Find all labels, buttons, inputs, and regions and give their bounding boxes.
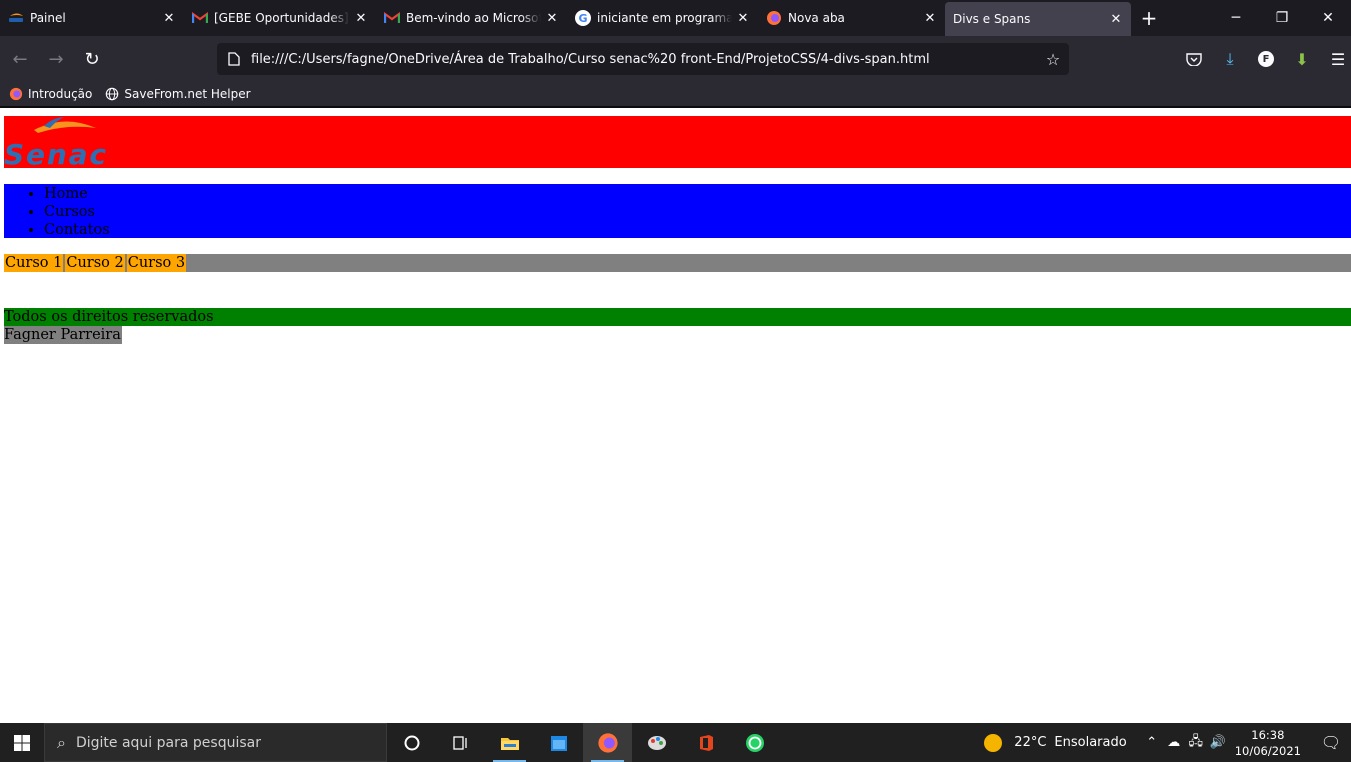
nav-list: Home Cursos Contatos: [4, 184, 1351, 239]
volume-icon[interactable]: 🔊: [1207, 735, 1229, 750]
profile-avatar[interactable]: F: [1248, 41, 1284, 77]
nav-item-home: Home: [44, 185, 1351, 203]
whatsapp-icon[interactable]: [730, 723, 779, 762]
bookmark-star-icon[interactable]: ☆: [1037, 50, 1069, 69]
nav-item-cursos: Cursos: [44, 203, 1351, 221]
bookmark-introducao[interactable]: Introdução: [8, 86, 92, 102]
tab-painel[interactable]: Painel ✕: [0, 0, 184, 36]
paint-app-icon[interactable]: [632, 723, 681, 762]
forward-arrow-icon[interactable]: →: [38, 41, 74, 77]
system-clock[interactable]: 16:38 10/06/2021: [1235, 727, 1301, 759]
hamburger-menu-icon[interactable]: ☰: [1320, 41, 1351, 77]
gmail-icon: [192, 10, 208, 26]
new-tab-button[interactable]: +: [1131, 0, 1167, 36]
windows-logo-icon: [14, 734, 30, 751]
onedrive-icon[interactable]: ☁: [1163, 735, 1185, 750]
back-arrow-icon[interactable]: ←: [2, 41, 38, 77]
weather-desc: Ensolarado: [1054, 735, 1127, 750]
tab-title: Painel: [30, 11, 66, 25]
clock-date: 10/06/2021: [1234, 743, 1301, 758]
reload-icon[interactable]: ↻: [74, 41, 110, 77]
toolbar-actions: ⤓ F ⬇ ☰: [1176, 41, 1351, 77]
windows-taskbar: ⌕ Digite aqui para pesquisar 22°C Ensola…: [0, 723, 1351, 762]
nav-item-contatos: Contatos: [44, 221, 1351, 239]
tab-title: iniciante em programação: [597, 11, 732, 25]
globe-icon: [104, 86, 120, 102]
bookmark-label: SaveFrom.net Helper: [124, 87, 251, 101]
page-icon: [217, 52, 251, 66]
course-item: Curso 3: [126, 254, 187, 272]
office-icon[interactable]: [681, 723, 730, 762]
page-header: Senac: [4, 116, 1351, 171]
calendar-app-icon[interactable]: [534, 723, 583, 762]
senac-logo: Senac: [4, 116, 108, 171]
taskbar-search-box[interactable]: ⌕ Digite aqui para pesquisar: [44, 723, 387, 762]
weather-widget[interactable]: 22°C Ensolarado: [984, 733, 1127, 752]
downloads-icon[interactable]: ⤓: [1212, 41, 1248, 77]
tab-google-search[interactable]: G iniciante em programação ✕: [567, 0, 758, 36]
navigation-toolbar: ← → ↻ file:///C:/Users/fagne/OneDrive/Ár…: [0, 36, 1351, 82]
tab-close-icon[interactable]: ✕: [350, 11, 372, 26]
page-viewport: Senac Home Cursos Contatos Curso 1 Curso…: [0, 108, 1351, 723]
tab-bar: Painel ✕ [GEBE Oportunidades] Ass ✕ Bem-…: [0, 0, 1351, 36]
tab-title: Nova aba: [788, 11, 845, 25]
pocket-icon[interactable]: [1176, 41, 1212, 77]
file-explorer-icon[interactable]: [485, 723, 534, 762]
windows-start-button[interactable]: [0, 723, 44, 762]
page-nav: Home Cursos Contatos: [4, 184, 1351, 238]
clock-time: 16:38: [1251, 727, 1285, 742]
logo-text: Senac: [4, 138, 106, 168]
url-text: file:///C:/Users/fagne/OneDrive/Área de …: [251, 51, 930, 67]
bookmark-savefrom[interactable]: SaveFrom.net Helper: [104, 86, 251, 102]
tab-close-icon[interactable]: ✕: [1105, 12, 1127, 27]
tab-title: Bem-vindo ao Microsoft Te: [406, 11, 541, 25]
firefox-icon: [766, 10, 782, 26]
tab-close-icon[interactable]: ✕: [158, 11, 180, 26]
bookmark-label: Introdução: [28, 87, 93, 101]
senac-favicon-icon: [8, 10, 24, 26]
address-bar[interactable]: file:///C:/Users/fagne/OneDrive/Área de …: [217, 43, 1069, 75]
page-footer: Todos os direitos reservados: [4, 308, 1351, 326]
tab-title: [GEBE Oportunidades] Ass: [214, 11, 350, 25]
minimize-icon[interactable]: ─: [1213, 0, 1259, 36]
window-controls: ─ ❐ ✕: [1213, 0, 1351, 36]
firefox-taskbar-icon[interactable]: [583, 723, 632, 762]
bookmarks-toolbar: Introdução SaveFrom.net Helper: [0, 82, 1351, 106]
cortana-icon[interactable]: [387, 723, 436, 762]
sun-icon: [984, 733, 1003, 752]
tab-divs-e-spans[interactable]: Divs e Spans ✕: [945, 2, 1131, 36]
profile-initial: F: [1258, 51, 1274, 67]
tab-title: Divs e Spans: [953, 12, 1031, 26]
course-item: Curso 2: [65, 254, 125, 272]
tab-microsoft-teams[interactable]: Bem-vindo ao Microsoft Te ✕: [376, 0, 567, 36]
course-item: Curso 1: [4, 254, 64, 272]
tab-close-icon[interactable]: ✕: [919, 11, 941, 26]
system-tray: 22°C Ensolarado ⌃ ☁ 🖧 🔊 16:38 10/06/2021…: [984, 723, 1351, 762]
tab-close-icon[interactable]: ✕: [732, 11, 754, 26]
firefox-icon: [8, 86, 24, 102]
chevron-up-icon[interactable]: ⌃: [1141, 735, 1163, 750]
notification-center-icon[interactable]: 🗨: [1311, 733, 1351, 752]
search-placeholder: Digite aqui para pesquisar: [75, 734, 261, 751]
task-view-icon[interactable]: [436, 723, 485, 762]
network-icon[interactable]: 🖧: [1185, 732, 1207, 754]
tab-gebe-oportunidades[interactable]: [GEBE Oportunidades] Ass ✕: [184, 0, 376, 36]
restore-icon[interactable]: ❐: [1259, 0, 1305, 36]
tab-nova-aba[interactable]: Nova aba ✕: [758, 0, 945, 36]
courses-bar: Curso 1 Curso 2 Curso 3: [4, 254, 1351, 272]
search-icon: ⌕: [57, 732, 66, 752]
weather-temp: 22°C: [1014, 735, 1047, 750]
tab-close-icon[interactable]: ✕: [541, 11, 563, 26]
author-name: Fagner Parreira: [4, 326, 122, 344]
gmail-icon: [384, 10, 400, 26]
close-window-icon[interactable]: ✕: [1305, 0, 1351, 36]
google-icon: G: [575, 10, 591, 26]
savefrom-extension-icon[interactable]: ⬇: [1284, 41, 1320, 77]
